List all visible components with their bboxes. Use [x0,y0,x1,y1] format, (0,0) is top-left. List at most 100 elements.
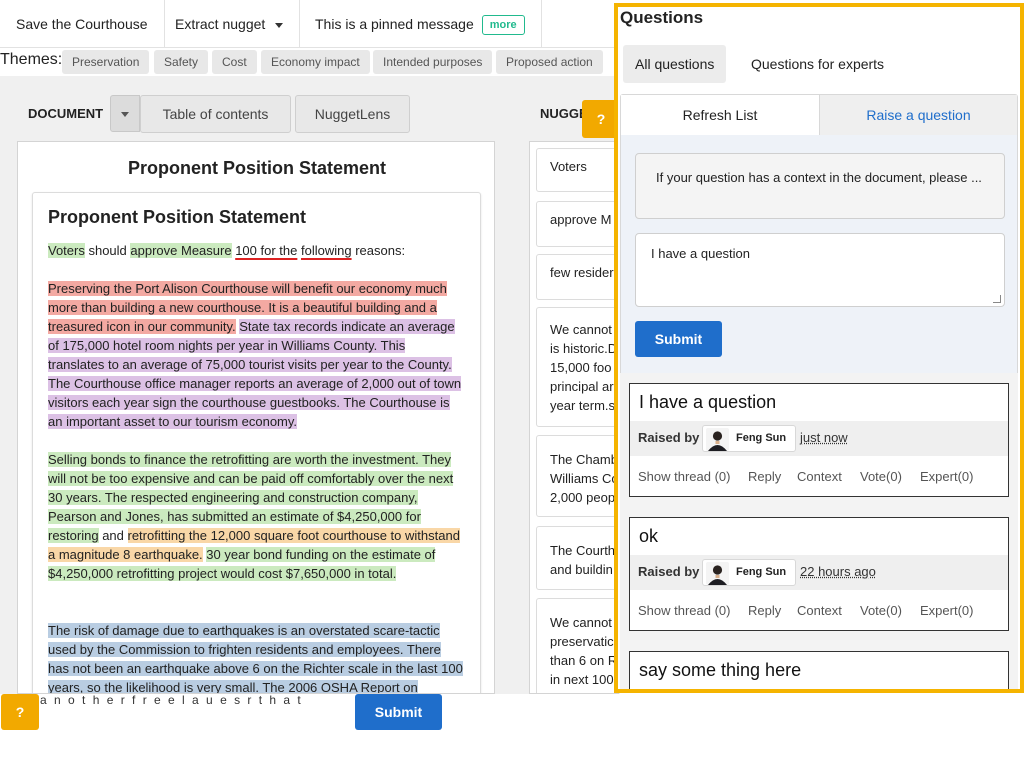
document-panel: Proponent Position Statement Proponent P… [17,141,495,694]
underline-100-for-the[interactable]: 100 for the [235,243,297,258]
theme-chip-intended-purposes[interactable]: Intended purposes [373,50,493,74]
nuggets-label: NUGGE [540,106,588,121]
question-title: ok [639,526,659,546]
resize-handle-icon[interactable] [993,295,1001,303]
text-span: reasons: [351,243,406,258]
avatar [706,562,729,585]
highlight-voters[interactable]: Voters [48,243,85,258]
question-title: I have a question [639,392,777,412]
raised-by-label: Raised by [638,430,700,445]
tab-questions-for-experts[interactable]: Questions for experts [739,45,896,83]
tab-table-of-contents[interactable]: Table of contents [140,95,291,133]
nugget-text: few resider [550,265,614,280]
expert-link[interactable]: Expert(0) [920,603,973,618]
nuggets-column: Voters approve M few resider We cannot i… [529,141,619,694]
nugget-text: year term.s [550,398,616,413]
nugget-text: Voters [550,159,587,174]
nugget-card[interactable]: approve M [536,201,619,247]
nugget-card[interactable]: The Courth and buildin [536,526,619,590]
section-title: Proponent Position Statement [48,207,307,227]
nugget-text: We cannot [550,615,612,630]
pinned-message: This is a pinned message more [299,0,542,48]
nugget-text: and buildin [550,562,613,577]
raise-question-button[interactable]: Raise a question [819,95,1017,135]
questions-panel: Questions All questions Questions for ex… [614,3,1024,693]
nugget-text: approve M [550,212,612,227]
text-span: and [98,528,128,543]
question-card: say some thing here [629,651,1009,689]
nugget-text: preservatic [550,634,614,649]
theme-chip-proposed-action[interactable]: Proposed action [496,50,603,74]
project-title[interactable]: Save the Courthouse [0,0,165,48]
question-title: say some thing here [639,660,802,680]
document-content: Proponent Position Statement Voters shou… [32,192,481,693]
question-card: I have a question Raised by Feng Sun jus… [629,383,1009,497]
expert-link[interactable]: Expert(0) [920,469,973,484]
nugget-text: We cannot [550,322,612,337]
intro-paragraph[interactable]: Voters should approve Measure 100 for th… [48,241,464,260]
nugget-card[interactable]: We cannot is historic.D 15,000 foo princ… [536,307,619,427]
show-thread-link[interactable]: Show thread (0) [638,603,731,618]
question-input[interactable]: I have a question [635,233,1005,307]
nugget-text: than 6 on R [550,653,618,668]
user-chip[interactable]: Feng Sun [702,425,796,452]
refresh-list-button[interactable]: Refresh List [621,95,819,135]
vote-link[interactable]: Vote(0) [860,469,902,484]
paragraph-economy[interactable]: Preserving the Port Alison Courthouse wi… [48,279,464,431]
question-card: ok Raised by Feng Sun 22 hours ago Show … [629,517,1009,631]
theme-chip-cost[interactable]: Cost [212,50,257,74]
paragraph-bonds[interactable]: Selling bonds to finance the retrofittin… [48,450,464,583]
extract-nugget-label: Extract nugget [175,16,266,32]
reply-link[interactable]: Reply [748,603,781,618]
nugget-card[interactable]: few resider [536,254,619,300]
user-chip[interactable]: Feng Sun [702,559,796,586]
underline-following[interactable]: following [301,243,352,258]
nugget-text: principal ar [550,379,614,394]
tab-nuggetlens[interactable]: NuggetLens [295,95,410,133]
document-menu-button[interactable] [110,95,140,132]
nugget-text: in next 100 [550,672,614,687]
nugget-card[interactable]: We cannot preservatic than 6 on R in nex… [536,598,619,693]
context-hint-box[interactable]: If your question has a context in the do… [635,153,1005,219]
user-name: Feng Sun [736,432,787,444]
pinned-message-text: This is a pinned message [315,16,474,32]
more-button[interactable]: more [481,15,525,36]
themes-label: Themes: [0,51,63,68]
question-actions: Refresh List Raise a question [620,94,1018,136]
top-toolbar: Save the Courthouse Extract nugget This … [0,0,620,48]
question-form: If your question has a context in the do… [620,135,1018,373]
raised-by-label: Raised by [638,564,700,579]
theme-chip-safety[interactable]: Safety [154,50,209,74]
highlight-earthquake[interactable]: The risk of damage due to earthquakes is… [48,623,463,693]
highlight-approve[interactable]: approve Measure [130,243,232,258]
show-thread-link[interactable]: Show thread (0) [638,469,731,484]
raised-by-row: Raised by Feng Sun 22 hours ago [630,555,1008,590]
theme-chip-economy-impact[interactable]: Economy impact [261,50,370,74]
submit-question-button[interactable]: Submit [635,321,722,357]
extract-nugget-dropdown[interactable]: Extract nugget [159,0,301,48]
questions-title: Questions [620,8,704,27]
vote-link[interactable]: Vote(0) [860,603,902,618]
overflow-text: a n o t h e r f r e e l a u e s r t h a … [40,693,303,707]
timestamp-link[interactable]: 22 hours ago [800,564,876,579]
tab-all-questions[interactable]: All questions [623,45,727,83]
nugget-card[interactable]: Voters [536,148,619,192]
paragraph-earthquake[interactable]: The risk of damage due to earthquakes is… [48,621,464,693]
timestamp-link[interactable]: just now [800,430,848,445]
chevron-down-icon [275,22,284,28]
help-button-bottom[interactable]: ? [1,694,39,730]
highlight-economy[interactable]: State tax records indicate an average of… [48,319,462,429]
nugget-card[interactable]: The Chamb Williams Co 2,000 peop [536,435,619,517]
nugget-text: is historic.D [550,341,618,356]
document-label: DOCUMENT [28,106,104,121]
themes-row: Themes: Preservation Safety Cost Economy… [0,48,620,76]
theme-chip-preservation[interactable]: Preservation [62,50,150,74]
context-link[interactable]: Context [797,603,842,618]
submit-button-bottom[interactable]: Submit [355,694,442,730]
reply-link[interactable]: Reply [748,469,781,484]
text-span: should [84,243,131,258]
context-link[interactable]: Context [797,469,842,484]
nugget-text: 2,000 peop [550,490,616,505]
document-title: Proponent Position Statement [127,158,386,178]
nugget-text: 15,000 foo [550,360,612,375]
